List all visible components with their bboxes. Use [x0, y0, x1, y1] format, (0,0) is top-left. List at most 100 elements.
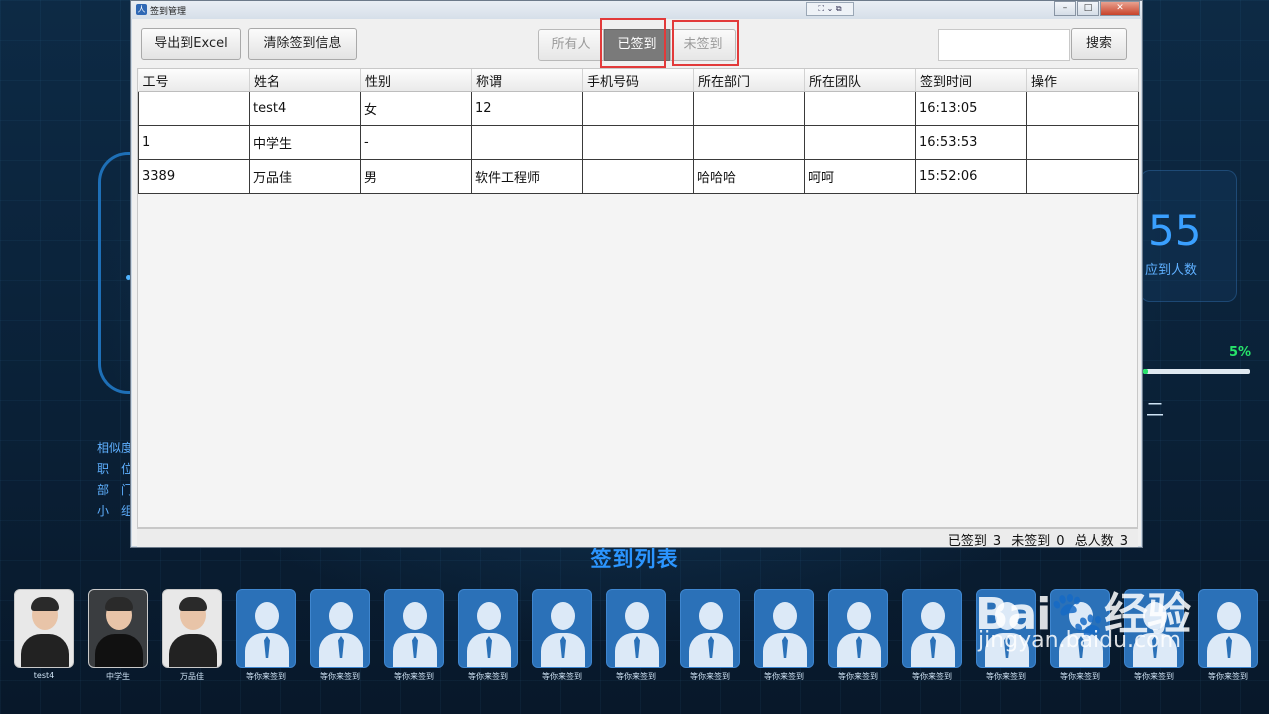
placeholder-avatar-icon — [310, 589, 370, 668]
avatar-item[interactable]: 等你来签到 — [828, 589, 888, 682]
table-cell — [804, 91, 916, 126]
maximize-button[interactable]: □ — [1077, 1, 1099, 16]
avatar-item[interactable]: 等你来签到 — [384, 589, 444, 682]
placeholder-avatar-icon — [458, 589, 518, 668]
column-header[interactable]: 工号 — [138, 69, 250, 92]
watermark-url: jingyan.baidu.com — [978, 628, 1182, 653]
column-header[interactable]: 称谓 — [471, 69, 583, 92]
export-excel-button[interactable]: 导出到Excel — [141, 28, 241, 60]
column-header[interactable]: 操作 — [1026, 69, 1139, 92]
placeholder-avatar-icon — [384, 589, 444, 668]
progress-fill — [1143, 369, 1149, 374]
avatar-item[interactable]: 中学生 — [88, 589, 148, 682]
avatar-name: 等你来签到 — [616, 672, 656, 681]
table-cell: 呵呵 — [804, 159, 916, 194]
table-cell: 16:13:05 — [915, 91, 1027, 126]
avatar-name: 等你来签到 — [764, 672, 804, 681]
person-info-labels: 相似度 职 位 部 门 小 组 — [97, 438, 133, 522]
avatar-item[interactable]: 等你来签到 — [458, 589, 518, 682]
avatar-item[interactable]: 等你来签到 — [236, 589, 296, 682]
status-summary: 已签到 3 未签到 0 总人数 3 — [942, 530, 1128, 549]
table-row[interactable]: 1 中学生 - 16:53:53 — [138, 125, 1139, 160]
avatar-name: 等你来签到 — [912, 672, 952, 681]
table-cell: 12 — [471, 91, 583, 126]
table-cell — [693, 125, 805, 160]
placeholder-avatar-icon — [902, 589, 962, 668]
column-header[interactable]: 性别 — [360, 69, 472, 92]
avatar-item[interactable]: 等你来签到 — [754, 589, 814, 682]
avatar-name: 等你来签到 — [986, 672, 1026, 681]
avatar-name: 等你来签到 — [1134, 672, 1174, 681]
table-header-row: 工号 姓名 性别 称谓 手机号码 所在部门 所在团队 签到时间 操作 — [138, 69, 1139, 92]
table-row[interactable]: 3389 万品佳男软件工程师 哈哈哈 呵呵 15:52:06 — [138, 159, 1139, 194]
table-cell — [1026, 91, 1139, 126]
filter-all-tab[interactable]: 所有人 — [538, 29, 604, 61]
avatar-item[interactable]: 等你来签到 — [310, 589, 370, 682]
avatar-name: 等你来签到 — [468, 672, 508, 681]
column-header[interactable]: 手机号码 — [582, 69, 694, 92]
placeholder-avatar-icon — [532, 589, 592, 668]
right-mark: 二 — [1146, 400, 1164, 421]
column-header[interactable]: 签到时间 — [915, 69, 1027, 92]
avatar-photo — [162, 589, 222, 668]
table-body: test4 女 12 16:13:05 1 中学生 -16:53:53 3389 万品佳男软件工… — [138, 91, 1139, 194]
table-cell — [471, 125, 583, 160]
avatar-item[interactable]: 等你来签到 — [606, 589, 666, 682]
table-cell — [693, 91, 805, 126]
avatar-item[interactable]: 等你来签到 — [532, 589, 592, 682]
column-header[interactable]: 姓名 — [249, 69, 361, 92]
placeholder-avatar-icon — [1198, 589, 1258, 668]
table-cell — [582, 91, 694, 126]
table-cell: 16:53:53 — [915, 125, 1027, 160]
signin-table: 工号 姓名 性别 称谓 手机号码 所在部门 所在团队 签到时间 操作 test4 女 12 16:13… — [138, 69, 1139, 194]
title-bar[interactable]: 人 签到管理 ⛶ ⌄ ⧉ – □ ✕ — [131, 1, 1142, 19]
avatar-name: 中学生 — [106, 672, 130, 681]
placeholder-avatar-icon — [606, 589, 666, 668]
table-cell: 哈哈哈 — [693, 159, 805, 194]
signin-table-container: 工号 姓名 性别 称谓 手机号码 所在部门 所在团队 签到时间 操作 test4 女 12 16:13… — [137, 68, 1139, 528]
table-cell — [582, 125, 694, 160]
avatar-item[interactable]: 等你来签到 — [1198, 589, 1258, 682]
table-cell — [804, 125, 916, 160]
avatar-name: 等你来签到 — [690, 672, 730, 681]
table-cell: 男 — [360, 159, 472, 194]
avatar-item[interactable]: 等你来签到 — [680, 589, 740, 682]
signed-label: 已签到 — [947, 534, 987, 549]
table-row[interactable]: test4 女 12 16:13:05 — [138, 91, 1139, 126]
table-cell — [138, 91, 250, 126]
expected-count-number: 55 — [1148, 206, 1202, 255]
search-button[interactable]: 搜索 — [1071, 28, 1127, 60]
avatar-name: 等你来签到 — [838, 672, 878, 681]
baidu-watermark: Bai🐾经验 jingyan.baidu.com — [975, 578, 1191, 653]
avatar-item[interactable]: test4 — [14, 589, 74, 682]
avatar-item[interactable]: 万品佳 — [162, 589, 222, 682]
close-button[interactable]: ✕ — [1100, 1, 1140, 16]
avatar-photo — [88, 589, 148, 668]
table-cell: - — [360, 125, 472, 160]
table-cell — [582, 159, 694, 194]
total-count: 3 — [1119, 534, 1128, 549]
status-bar: 已签到 3 未签到 0 总人数 3 — [137, 528, 1138, 549]
progress-percent: 5% — [1229, 345, 1252, 360]
highlight-unsigned — [672, 20, 739, 66]
table-cell: 15:52:06 — [915, 159, 1027, 194]
app-icon: 人 — [136, 4, 147, 15]
search-input[interactable] — [938, 29, 1070, 61]
avatar-name: 等你来签到 — [1208, 672, 1248, 681]
table-cell: 软件工程师 — [471, 159, 583, 194]
placeholder-avatar-icon — [680, 589, 740, 668]
mini-toolbar[interactable]: ⛶ ⌄ ⧉ — [806, 2, 854, 16]
table-cell: 女 — [360, 91, 472, 126]
table-cell: 1 — [138, 125, 250, 160]
column-header[interactable]: 所在部门 — [693, 69, 805, 92]
minimize-button[interactable]: – — [1054, 1, 1076, 16]
clear-signin-button[interactable]: 清除签到信息 — [248, 28, 357, 60]
avatar-item[interactable]: 等你来签到 — [902, 589, 962, 682]
avatar-name: 等你来签到 — [542, 672, 582, 681]
avatar-name: 等你来签到 — [246, 672, 286, 681]
column-header[interactable]: 所在团队 — [804, 69, 916, 92]
highlight-signed — [600, 18, 666, 68]
table-cell: 中学生 — [249, 125, 361, 160]
progress-bar — [1143, 369, 1250, 374]
table-cell: 万品佳 — [249, 159, 361, 194]
